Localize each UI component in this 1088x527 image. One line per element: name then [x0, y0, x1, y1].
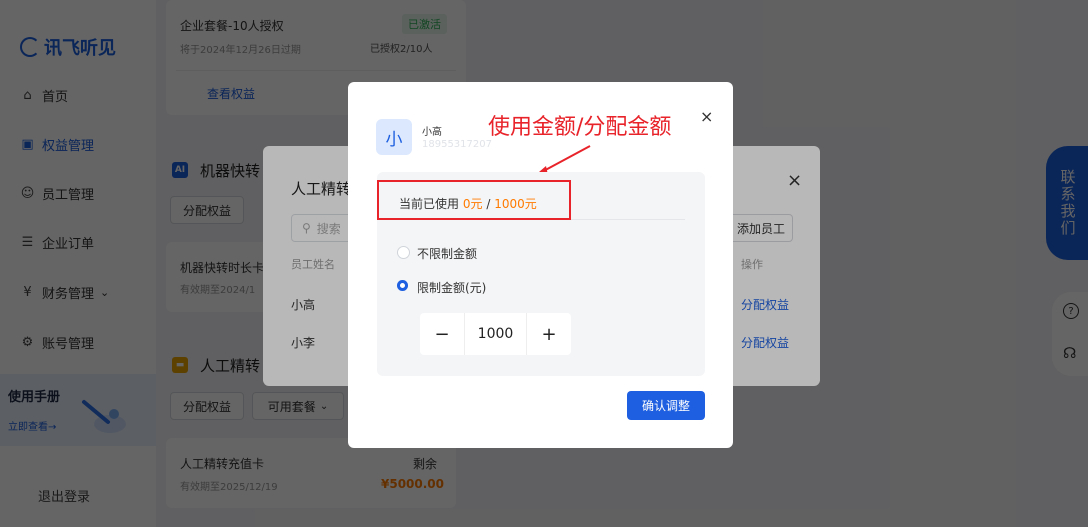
annotation-label: 使用金额/分配金额 — [488, 115, 672, 140]
amount-input[interactable]: 1000 — [465, 326, 526, 342]
user-phone: 18955317207 — [422, 139, 492, 150]
adjust-amount-dialog: 小 小高 18955317207 使用金额/分配金额 × 当前已使用 0元 / … — [348, 82, 733, 448]
user-name: 小高 — [422, 127, 442, 138]
plus-button[interactable]: + — [527, 324, 571, 345]
avatar: 小 — [376, 119, 412, 155]
radio-button[interactable] — [397, 246, 410, 259]
annotation-highlight-box — [377, 180, 571, 220]
radio-button-selected[interactable] — [397, 280, 408, 291]
minus-button[interactable]: − — [420, 324, 464, 345]
close-icon[interactable]: × — [700, 107, 713, 126]
amount-stepper[interactable]: − 1000 + — [420, 313, 571, 355]
confirm-adjust-button[interactable]: 确认调整 — [627, 391, 705, 420]
